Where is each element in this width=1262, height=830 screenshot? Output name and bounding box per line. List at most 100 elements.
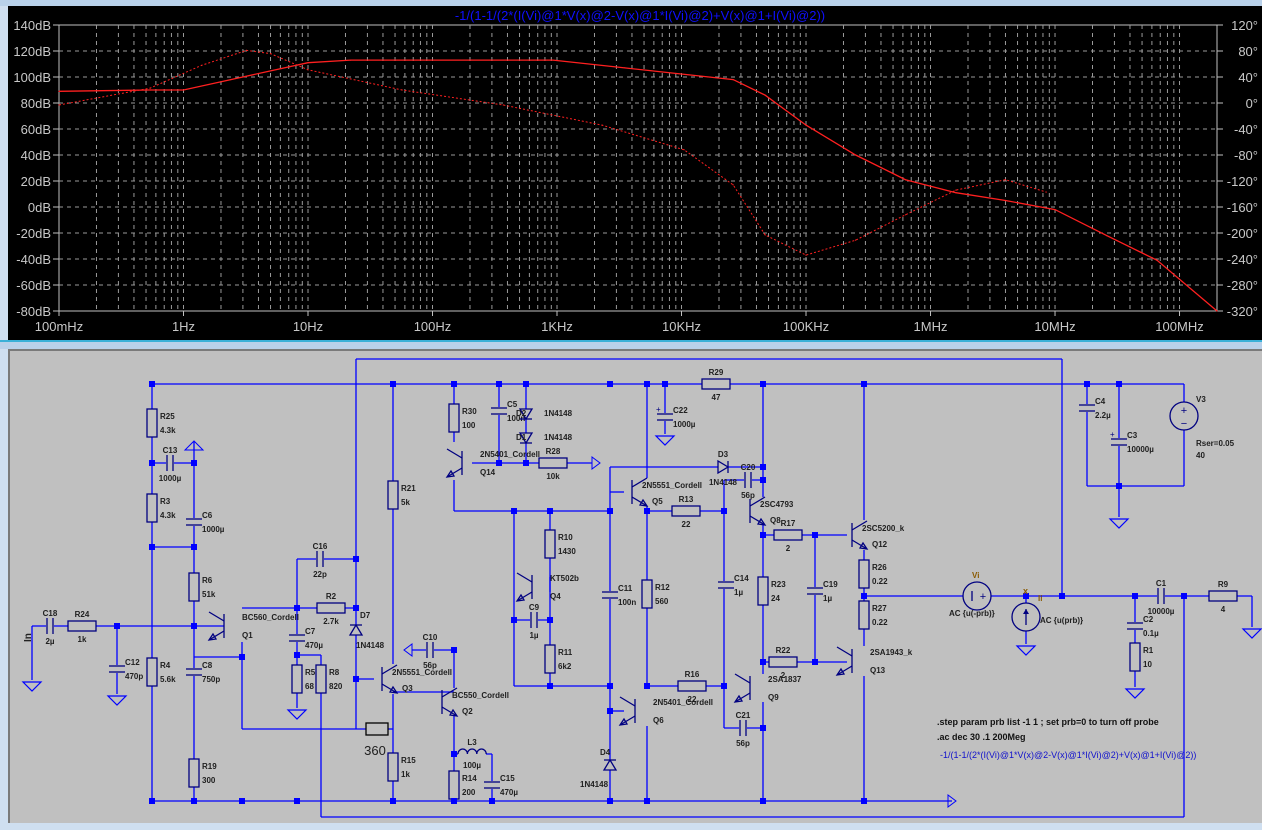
resistor-icon [316, 602, 346, 614]
junction-dot [760, 659, 766, 665]
junction-dot [1132, 593, 1138, 599]
component-r2[interactable]: R2 2.7k [316, 592, 346, 626]
component-r24[interactable]: R24 1k [67, 610, 97, 644]
component-r6[interactable]: R6 51k [188, 572, 216, 602]
component-v3[interactable]: +− V3 Rser=0.05 40 [1169, 395, 1235, 460]
component-c21[interactable]: C21 56p [736, 711, 751, 748]
component-q3[interactable]: Q3 2N5551_Cordell [381, 664, 452, 694]
component-d7[interactable]: D7 1N4148 [348, 611, 385, 650]
component-r14[interactable]: R14 200 [448, 770, 477, 800]
trace-expression-label[interactable]: -1/(1-1/(2*(I(Vi)@1*V(x)@2-V(x)@1*I(Vi)@… [455, 8, 825, 23]
component-ref-label: C9 [529, 603, 540, 612]
y-right-tick-label: -80° [1234, 148, 1258, 163]
step-directive[interactable]: .step param prb list -1 1 ; set prb=0 to… [937, 717, 1159, 727]
component-c7[interactable]: C7 470µ [289, 627, 323, 650]
waveform-viewer[interactable]: -1/(1-1/(2*(I(Vi)@1*V(x)@2-V(x)@1*I(Vi)@… [8, 6, 1262, 340]
component-r30[interactable]: R30 100 [448, 403, 477, 433]
phase-point [955, 189, 957, 191]
component-c10[interactable]: C1056p [423, 633, 438, 670]
component-c2[interactable]: C2 0.1µ [1127, 615, 1159, 638]
component-c3[interactable]: + C3 10000µ [1110, 430, 1154, 454]
component-r5[interactable]: R5 68 [291, 664, 316, 694]
component-c6[interactable]: C6 1000µ [186, 511, 225, 534]
component-ref-label: R1 [1143, 646, 1154, 655]
component-ref-label: Vi [972, 571, 979, 580]
ground-icon [1124, 688, 1146, 699]
component-c1[interactable]: C1 10000µ [1148, 579, 1175, 616]
component-c15[interactable]: C15 470µ [484, 774, 518, 797]
net-label-x[interactable]: x [1023, 586, 1028, 596]
magnitude-point [58, 90, 60, 92]
component-r28[interactable]: R28 10k [538, 447, 568, 481]
component-r19[interactable]: R19 300 [188, 758, 217, 788]
component-d2[interactable]: D2 1N4148 [516, 408, 573, 421]
component-c16[interactable]: C16 22p [313, 542, 328, 579]
resistor-icon [641, 579, 653, 609]
expression-comment[interactable]: -1/(1-1/(2*(I(Vi)@1*V(x)@2-V(x)@1*I(Vi)@… [940, 750, 1196, 760]
resistor-icon [538, 457, 568, 469]
component-r11[interactable]: R11 6k2 [544, 644, 573, 674]
component-360[interactable]: 360 [364, 722, 389, 758]
component-r26[interactable]: R26 0.22 [858, 559, 888, 589]
component-r4[interactable]: R4 5.6k [146, 657, 176, 687]
y-right-tick-label: -120° [1227, 174, 1258, 189]
phase-point [764, 234, 766, 236]
component-c8[interactable]: C8 750p [186, 661, 220, 684]
magnitude-point [805, 124, 807, 126]
component-c12[interactable]: C12 470p [109, 658, 143, 681]
junction-dot [1116, 483, 1122, 489]
resistor-icon [757, 576, 769, 606]
component-q6[interactable]: Q6 2N5401_Cordell [618, 696, 713, 726]
component-r3[interactable]: R3 4.3k [146, 493, 176, 523]
schematic-editor[interactable]: R25 4.3k R3 4.3k R6 51k R4 5.6k R19 300 R24 1k R2 2.7… [8, 349, 1262, 823]
component-q12[interactable]: Q12 2SC5200_k [851, 520, 905, 550]
component-c19[interactable]: C19 1µ [807, 580, 838, 603]
component-c11[interactable]: C11 100n [602, 584, 636, 607]
component-c18[interactable]: C18 2µ [43, 609, 58, 646]
component-r9[interactable]: R9 4 [1208, 580, 1238, 614]
component-ref-label: C16 [313, 542, 328, 551]
component-r15[interactable]: R15 1k [387, 752, 416, 782]
schematic-canvas[interactable]: R25 4.3k R3 4.3k R6 51k R4 5.6k R19 300 R24 1k R2 2.7… [10, 351, 1262, 825]
component-r21[interactable]: R21 5k [387, 480, 416, 510]
component-l3[interactable]: L3 100µ [457, 738, 487, 770]
component-value-label: 820 [329, 682, 343, 691]
component-c22[interactable]: + C22 1000µ [656, 405, 696, 429]
resistor-icon [188, 572, 200, 602]
component-r25[interactable]: R25 4.3k [146, 408, 176, 438]
ac-directive[interactable]: .ac dec 30 .1 200Meg [937, 732, 1026, 742]
component-r1[interactable]: R1 10 [1129, 642, 1154, 672]
junction-dot [496, 381, 502, 387]
component-q9[interactable]: Q9 2SA1837 [733, 673, 802, 703]
component-r23[interactable]: R23 24 [757, 576, 786, 606]
component-r29[interactable]: R29 47 [701, 368, 731, 402]
component-c14[interactable]: C14 1µ [718, 574, 749, 597]
component-c9[interactable]: C9 1µ [529, 603, 540, 640]
component-value-label: 0.22 [872, 618, 888, 627]
component-value-label: 2SA1837 [768, 675, 802, 684]
phase-point [683, 149, 685, 151]
component-r27[interactable]: R27 0.22 [858, 600, 888, 630]
resistor-icon [188, 758, 200, 788]
junction-dot [191, 623, 197, 629]
component-q2[interactable]: Q2 BC550_Cordell [441, 687, 509, 717]
component-ii[interactable]: Ii AC {u(prb)} [1011, 594, 1083, 632]
component-r10[interactable]: R10 1430 [544, 529, 576, 559]
component-r12[interactable]: R12 560 [641, 579, 670, 609]
component-c20[interactable]: C20 56p [741, 463, 756, 500]
bode-plot[interactable]: -1/(1-1/(2*(I(Vi)@1*V(x)@2-V(x)@1*I(Vi)@… [8, 6, 1262, 340]
component-d3[interactable]: D3 1N4148 [709, 450, 738, 487]
component-r13[interactable]: R13 22 [671, 495, 701, 529]
component-q4[interactable]: Q4 KT502b [515, 572, 579, 602]
component-vi[interactable]: + Vi AC {u(-prb)} [949, 571, 995, 618]
pane-divider[interactable] [0, 340, 1262, 349]
component-q13[interactable]: Q13 2SA1943_k [835, 646, 913, 676]
junction-dot [294, 652, 300, 658]
component-c4[interactable]: C4 2.2µ [1079, 397, 1111, 420]
x-tick-label: 100MHz [1155, 319, 1203, 334]
component-d1[interactable]: D1 1N4148 [516, 432, 573, 445]
component-ref-label: R3 [160, 497, 171, 506]
component-c13[interactable]: C13 1000µ [159, 446, 182, 483]
component-r8[interactable]: R8 820 [315, 664, 343, 694]
input-net-label[interactable]: In [23, 633, 34, 642]
